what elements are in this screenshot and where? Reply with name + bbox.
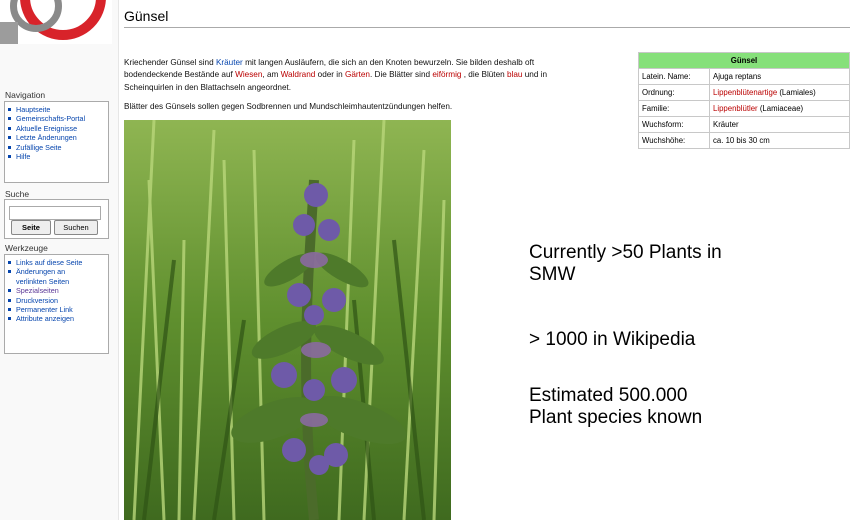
nav-item-hauptseite[interactable]: Hauptseite — [8, 105, 108, 114]
link-eifoermig[interactable]: eiförmig — [432, 70, 461, 79]
text-run: bodendeckende Bestände auf — [124, 70, 236, 80]
note-line: Estimated 500.000 — [529, 385, 688, 406]
infobox-row: Wuchsform: Kräuter — [638, 116, 850, 133]
bullet-icon — [8, 108, 11, 111]
link-kraeuter[interactable]: Kräuter — [216, 58, 243, 67]
article-paragraph-2: Blätter des Günsels sollen gegen Sodbren… — [124, 102, 453, 111]
infobox-title: Günsel — [638, 52, 850, 69]
note-species-known: Estimated 500.000 Plant species known — [529, 385, 702, 429]
tools-heading: Werkzeuge — [5, 243, 48, 253]
tool-item-related-changes-cont[interactable]: verlinkten Seiten — [8, 277, 108, 286]
bullet-icon — [8, 155, 11, 159]
text-run: und in — [522, 70, 548, 80]
tool-item-permanent-link[interactable]: Permanenter Link — [8, 305, 108, 314]
bullet-icon — [8, 270, 11, 274]
link-lippenbluetenartige[interactable]: Lippenblütenartige — [713, 88, 777, 97]
navigation-heading: Navigation — [5, 90, 46, 100]
link-waldrand[interactable]: Waldrand — [281, 70, 316, 79]
tool-item-browse-properties[interactable]: Attribute anzeigen — [8, 314, 108, 323]
bullet-icon — [8, 136, 11, 140]
link-wiesen[interactable]: Wiesen — [235, 70, 262, 79]
infobox-table: Günsel Latein. Name: Ajuga reptans Ordnu… — [638, 52, 850, 149]
bullet-icon — [8, 308, 11, 312]
bullet-icon — [8, 145, 11, 149]
note-line: SMW — [529, 264, 576, 285]
nav-item-letzte-aenderungen[interactable]: Letzte Änderungen — [8, 133, 108, 142]
tool-item-print-version[interactable]: Druckversion — [8, 296, 108, 305]
site-logo[interactable] — [0, 0, 112, 44]
link-gaerten[interactable]: Gärten — [345, 70, 370, 79]
text-run: , am — [262, 70, 281, 80]
bullet-icon — [8, 298, 11, 302]
text-run: Scheinquirlen in den Blattachseln angeor… — [124, 82, 292, 92]
infobox-label: Familie: — [638, 100, 710, 117]
text-run: Kriechender Günsel sind — [124, 58, 216, 67]
search-input[interactable] — [9, 206, 101, 220]
infobox-value: Lippenblütenartige (Lamiales) — [709, 84, 850, 101]
link-blau[interactable]: blau — [507, 70, 522, 79]
infobox-label: Latein. Name: — [638, 68, 710, 85]
logo-grey-bar — [0, 22, 18, 44]
infobox-row: Wuchshöhe: ca. 10 bis 30 cm — [638, 132, 850, 149]
note-line: Plant species known — [529, 407, 703, 428]
article-paragraph-1: Kriechender Günsel sind Kräuter mit lang… — [124, 57, 629, 94]
note-line: Currently >50 Plants in — [529, 242, 722, 263]
infobox-label: Ordnung: — [638, 84, 710, 101]
plant-photo[interactable] — [124, 120, 451, 520]
infobox-suffix: (Lamiaceae) — [757, 104, 804, 113]
nav-item-hilfe[interactable]: Hilfe — [8, 152, 108, 161]
infobox-value: ca. 10 bis 30 cm — [709, 132, 850, 149]
tool-item-related-changes[interactable]: Änderungen an — [8, 267, 108, 276]
search-button[interactable]: Suchen — [54, 220, 98, 235]
tool-item-special-pages[interactable]: Spezialseiten — [8, 286, 108, 295]
note-smw-count: Currently >50 Plants in SMW — [529, 242, 722, 286]
tool-item-links-here[interactable]: Links auf diese Seite — [8, 258, 108, 267]
infobox-value: Kräuter — [709, 116, 850, 133]
nav-item-gemeinschafts-portal[interactable]: Gemeinschafts-Portal — [8, 114, 108, 123]
text-run: . Die Blätter sind — [369, 70, 433, 80]
bullet-icon — [8, 289, 11, 293]
nav-item-zufaellige-seite[interactable]: Zufällige Seite — [8, 143, 108, 152]
text-run: mit langen Ausläufern, die sich an den K… — [242, 58, 535, 67]
bullet-icon — [8, 117, 11, 121]
note-wikipedia-count: > 1000 in Wikipedia — [529, 329, 696, 350]
navigation-portlet: Hauptseite Gemeinschafts-Portal Aktuelle… — [4, 101, 109, 183]
infobox-label: Wuchshöhe: — [638, 132, 710, 149]
title-divider — [124, 27, 850, 28]
link-lippenbluetler[interactable]: Lippenblütler — [713, 104, 758, 113]
text-run: oder in — [315, 70, 345, 80]
nav-item-aktuelle-ereignisse[interactable]: Aktuelle Ereignisse — [8, 124, 108, 133]
bullet-icon — [8, 261, 11, 264]
infobox-row: Latein. Name: Ajuga reptans — [638, 68, 850, 85]
infobox-row: Familie: Lippenblütler (Lamiaceae) — [638, 100, 850, 117]
bullet-icon — [8, 126, 11, 130]
page-title: Günsel — [124, 8, 169, 24]
infobox-suffix: (Lamiales) — [777, 88, 816, 97]
bullet-icon — [8, 317, 11, 321]
text-run: , die Blüten — [461, 70, 507, 80]
infobox-value: Ajuga reptans — [709, 68, 850, 85]
infobox-label: Wuchsform: — [638, 116, 710, 133]
go-button[interactable]: Seite — [11, 220, 51, 235]
infobox-value: Lippenblütler (Lamiaceae) — [709, 100, 850, 117]
search-heading: Suche — [5, 189, 30, 199]
tools-portlet: Links auf diese Seite Änderungen an verl… — [4, 254, 109, 354]
infobox-row: Ordnung: Lippenblütenartige (Lamiales) — [638, 84, 850, 101]
